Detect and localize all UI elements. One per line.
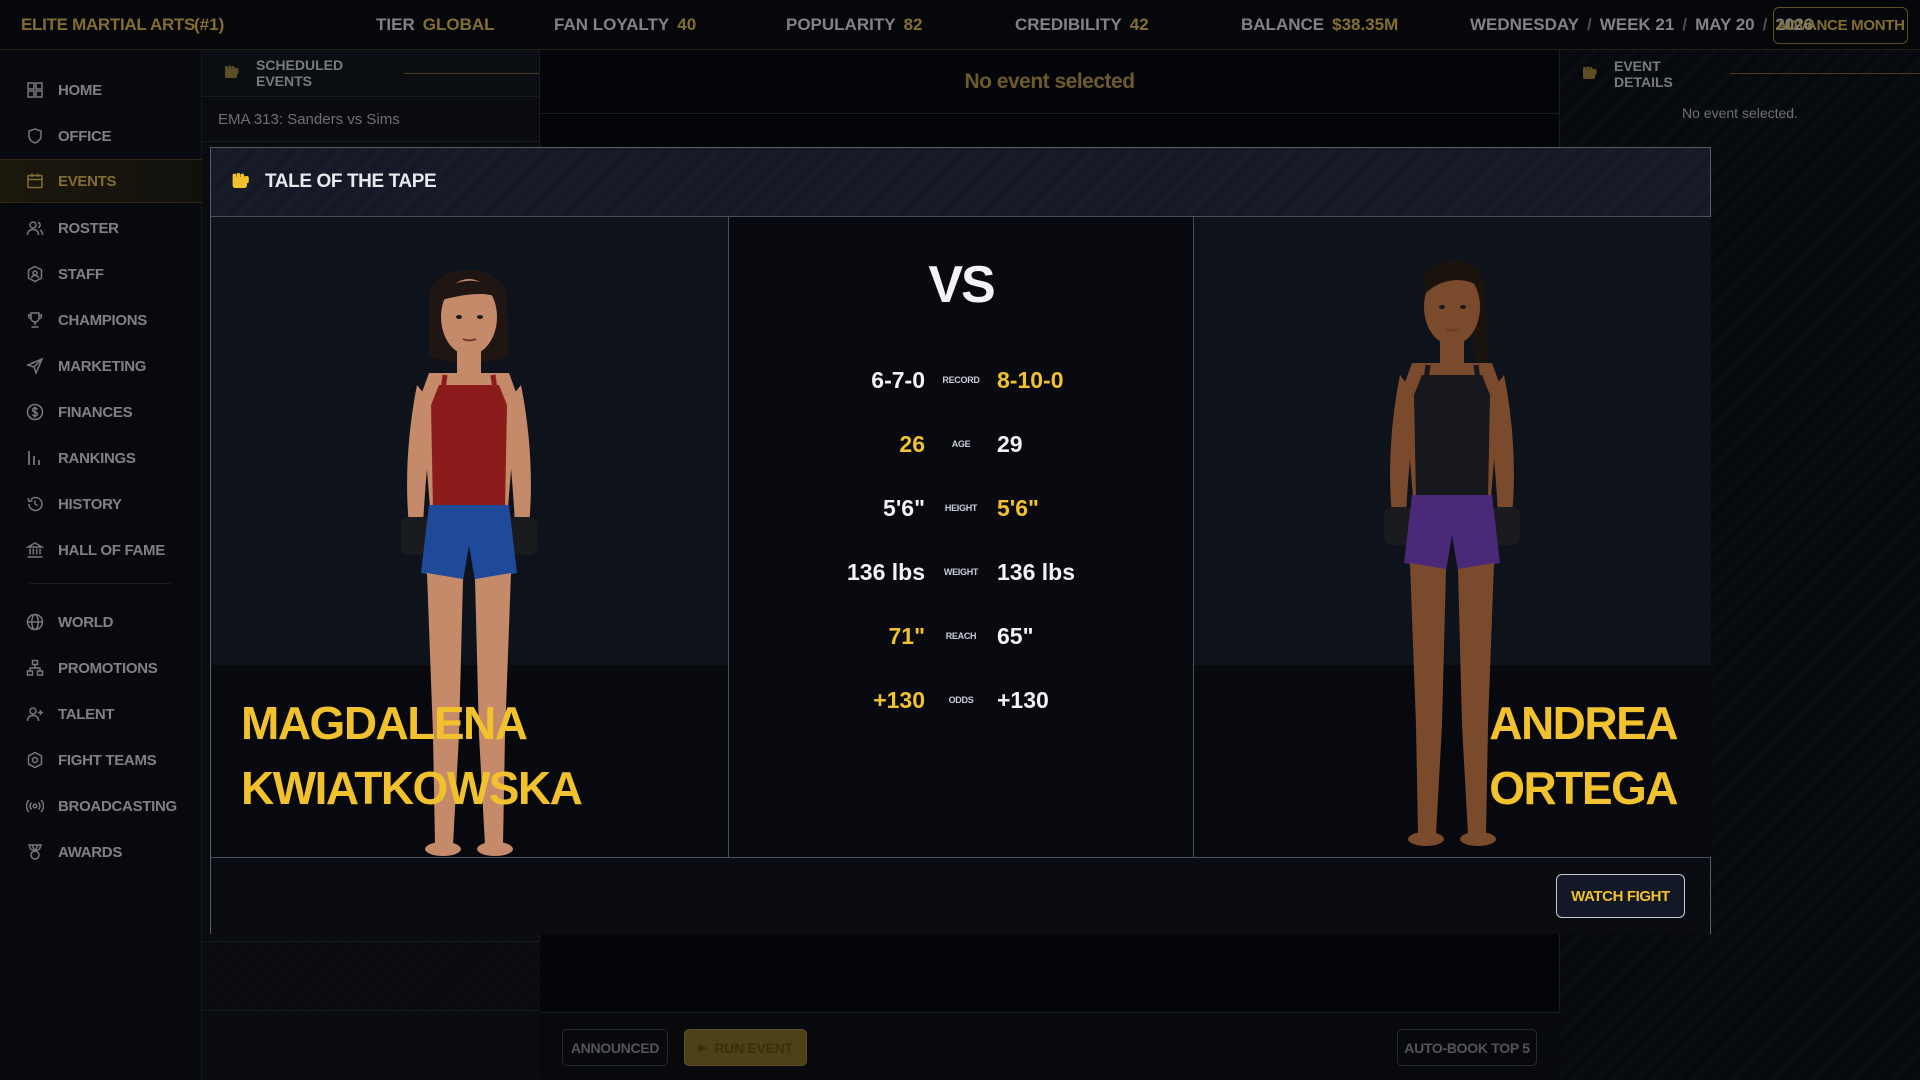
tale-of-the-tape-modal: TALE OF THE TAPE MAGDALENA KWIATKOWSKA V…: [210, 147, 1711, 934]
tape-value-left: 71": [888, 623, 926, 649]
tape-row-age: 26 AGE 29: [729, 424, 1193, 464]
tape-value-left: 136 lbs: [847, 559, 925, 585]
fighter-name-right: ANDREA ORTEGA: [1489, 691, 1678, 821]
tape-value-right: 8-10-0: [997, 367, 1064, 393]
tape-value-left: 6-7-0: [871, 367, 925, 393]
vs-label: VS: [928, 256, 995, 314]
tape-value-left: +130: [873, 687, 925, 713]
tape-row-height: 5'6" HEIGHT 5'6": [729, 488, 1193, 528]
modal-footer: WATCH FIGHT: [211, 857, 1710, 934]
tape-comparison: VS 6-7-0 RECORD 8-10-0 26 AGE 29 5'6" HEIGHT 5'6…: [729, 217, 1193, 857]
tape-row-record: 6-7-0 RECORD 8-10-0: [729, 360, 1193, 400]
tape-label: HEIGHT: [944, 503, 978, 513]
tape-value-right: 29: [997, 431, 1023, 457]
tape-value-left: 5'6": [883, 495, 925, 521]
modal-header: TALE OF THE TAPE: [211, 148, 1710, 217]
tape-row-odds: +130 ODDS +130: [729, 680, 1193, 720]
tape-label: WEIGHT: [943, 567, 979, 577]
watch-fight-button[interactable]: WATCH FIGHT: [1556, 874, 1685, 918]
tape-label: ODDS: [948, 695, 974, 705]
tape-value-right: 136 lbs: [997, 559, 1075, 585]
tape-label: AGE: [951, 439, 971, 449]
fighter-first-name: MAGDALENA: [241, 697, 528, 749]
tape-value-right: +130: [997, 687, 1049, 713]
tape-value-right: 5'6": [997, 495, 1039, 521]
tape-label: REACH: [945, 631, 977, 641]
tape-row-reach: 71" REACH 65": [729, 616, 1193, 656]
fist-icon: [229, 170, 253, 194]
tape-value-right: 65": [997, 623, 1034, 649]
modal-title: TALE OF THE TAPE: [265, 171, 437, 192]
fighter-last-name: KWIATKOWSKA: [241, 762, 583, 814]
tape-label: RECORD: [942, 375, 980, 385]
fighter-last-name: ORTEGA: [1489, 762, 1678, 814]
fighter-name-left: MAGDALENA KWIATKOWSKA: [241, 691, 583, 821]
tape-row-weight: 136 lbs WEIGHT 136 lbs: [729, 552, 1193, 592]
fighter-first-name: ANDREA: [1489, 697, 1678, 749]
tape-value-left: 26: [899, 431, 925, 457]
fighter-panel-right: ANDREA ORTEGA: [1193, 217, 1711, 857]
fighter-panel-left: MAGDALENA KWIATKOWSKA: [211, 217, 729, 857]
